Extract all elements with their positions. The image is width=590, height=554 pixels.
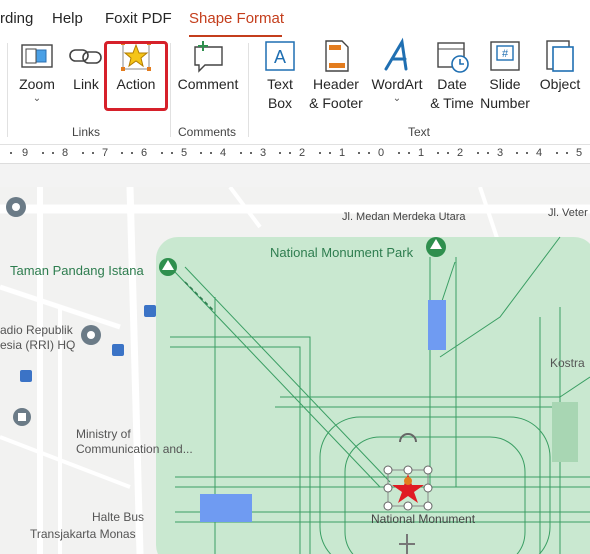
ruler-tick-label: 2	[457, 147, 464, 159]
comment-label: Comment	[177, 76, 239, 92]
garden-area	[552, 402, 578, 462]
pool	[428, 300, 446, 350]
map-label-street: Jl. Medan Merdeka Utara	[342, 211, 466, 223]
ruler-tick-label: 7	[102, 147, 109, 159]
group-label-links: Links	[72, 125, 101, 139]
menu-foxit-pdf[interactable]: Foxit PDF	[105, 10, 172, 27]
wordart-icon	[384, 37, 408, 71]
tree-icon	[159, 258, 177, 276]
text-box-button[interactable]: A Text Box	[259, 37, 301, 113]
slide-number-icon: #	[490, 41, 520, 71]
map-label-place: Communication and...	[76, 442, 193, 456]
ruler-tick-label: 3	[497, 147, 504, 159]
link-icon	[69, 49, 102, 64]
ruler-tick-label: 5	[181, 147, 188, 159]
ruler-tick-label: 1	[418, 147, 425, 159]
svg-text:A: A	[274, 47, 286, 67]
map-pin-icon	[81, 325, 101, 345]
map-label-place: esia (RRI) HQ	[0, 338, 76, 352]
ruler-tick-label: 0	[378, 147, 385, 159]
comment-icon	[194, 41, 223, 73]
ruler-tick-label: 4	[220, 147, 227, 159]
map-label-place: Kostra	[550, 356, 585, 370]
map-pin-icon	[13, 408, 31, 426]
ruler-tick-label: 6	[141, 147, 148, 159]
wordart-label: WordArt	[371, 76, 423, 92]
group-divider	[248, 43, 249, 137]
map-label-place: Ministry of	[76, 427, 131, 441]
ribbon: Zoom ⌄ Link Action Comment A Text Box He…	[0, 37, 590, 145]
ruler-tick-label: 4	[536, 147, 543, 159]
group-label-text: Text	[408, 125, 431, 139]
map-label-place: Transjakarta Monas	[30, 527, 136, 541]
date-time-button[interactable]: Date & Time	[428, 37, 476, 113]
map-image[interactable]: Jl. Medan Merdeka Utara Jl. Veter Nation…	[0, 187, 590, 554]
text-box-label-2: Box	[267, 95, 293, 111]
group-divider	[170, 43, 171, 137]
link-label: Link	[73, 76, 99, 92]
ruler-tick-label: 5	[576, 147, 583, 159]
slide-number-label-1: Slide	[489, 76, 521, 92]
chevron-down-icon[interactable]: ⌄	[368, 94, 426, 104]
pool	[200, 494, 252, 522]
group-label-comments: Comments	[178, 125, 237, 139]
menu-recording[interactable]: rding	[0, 10, 33, 27]
map-label-park: Taman Pandang Istana	[10, 263, 144, 278]
ruler-tick-label: 1	[339, 147, 346, 159]
wordart-button[interactable]: WordArt ⌄	[368, 37, 426, 104]
menu-bar: rding Help Foxit PDF Shape Format	[0, 0, 590, 37]
slide-number-button[interactable]: # Slide Number	[478, 37, 532, 113]
map-label-place: Halte Bus	[92, 510, 145, 524]
header-footer-button[interactable]: Header & Footer	[306, 37, 366, 113]
tree-icon	[426, 237, 446, 257]
bus-stop-icon	[144, 305, 156, 317]
chevron-down-icon[interactable]: ⌄	[12, 94, 62, 104]
header-footer-label-2: & Footer	[309, 95, 363, 111]
header-footer-label-1: Header	[313, 76, 359, 92]
bus-stop-icon	[112, 344, 124, 356]
horizontal-ruler[interactable]: 9 8 7 6 5 4 3 2 1 0 1 2 3 4 5	[0, 145, 590, 164]
zoom-button[interactable]: Zoom ⌄	[12, 37, 62, 104]
star-shape-selected[interactable]	[383, 465, 433, 511]
zoom-label: Zoom	[19, 76, 55, 92]
map-label-street: Jl. Veter	[548, 207, 588, 219]
menu-shape-format[interactable]: Shape Format	[189, 10, 284, 27]
group-divider	[7, 43, 8, 137]
calendar-clock-icon	[437, 42, 469, 73]
date-time-label-2: & Time	[430, 95, 474, 111]
object-label: Object	[539, 76, 581, 92]
map-pin-icon	[6, 197, 26, 217]
object-icon	[546, 40, 574, 72]
zoom-icon	[21, 44, 53, 68]
menu-help[interactable]: Help	[52, 10, 83, 27]
map-label-place: adio Republik	[0, 323, 73, 337]
map-label-park: National Monument Park	[270, 245, 414, 260]
slide-number-label-2: Number	[480, 95, 530, 111]
ruler-tick-label: 9	[22, 147, 29, 159]
bus-stop-icon	[20, 370, 32, 382]
ruler-tick-label: 3	[260, 147, 267, 159]
text-box-icon: A	[265, 41, 295, 71]
header-footer-icon	[325, 40, 349, 72]
link-button[interactable]: Link	[66, 37, 106, 94]
map-label-place: National Monument	[371, 512, 476, 526]
comment-button[interactable]: Comment	[176, 37, 240, 94]
object-button[interactable]: Object	[535, 37, 585, 94]
map-graphic	[0, 187, 590, 554]
date-time-label-1: Date	[437, 76, 467, 92]
ruler-tick-label: 8	[62, 147, 69, 159]
ruler-tick-label: 2	[299, 147, 306, 159]
action-highlight-box	[104, 41, 168, 111]
slide-canvas-margin	[0, 164, 590, 187]
svg-text:#: #	[502, 48, 509, 60]
text-box-label-1: Text	[267, 76, 293, 92]
